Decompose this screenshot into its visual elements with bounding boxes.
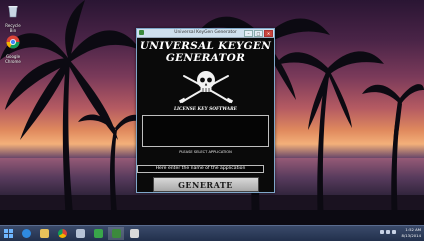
heading-line-1: UNIVERSAL KEYGEN: [139, 40, 272, 52]
start-button[interactable]: [0, 227, 16, 240]
windows-logo-icon: [3, 229, 13, 238]
select-application-label: PLEASE SELECT APPLICATION: [179, 150, 232, 154]
keygen-heading: UNIVERSAL KEYGEN GENERATOR: [137, 40, 274, 64]
recycle-bin-icon: [8, 6, 18, 18]
application-icon: [129, 229, 139, 238]
taskbar-misc-app[interactable]: [126, 227, 142, 240]
taskbar-store[interactable]: [90, 227, 106, 240]
desktop-icon-label: Google Chrome: [5, 54, 21, 64]
taskbar-chrome[interactable]: [54, 227, 70, 240]
taskbar-internet-explorer[interactable]: [18, 227, 34, 240]
close-button[interactable]: ✕: [264, 30, 273, 37]
chrome-icon: [57, 229, 67, 238]
tagline: LICENSE KEY SOFTWARE: [174, 107, 237, 112]
network-icon[interactable]: [380, 230, 384, 234]
volume-icon[interactable]: [386, 230, 390, 234]
taskbar-keygen-app[interactable]: [108, 227, 124, 240]
desktop-icon-recycle-bin[interactable]: Recycle Bin: [2, 3, 24, 33]
clock-date: 8/13/2014: [401, 233, 421, 238]
media-player-icon: [75, 229, 85, 238]
heading-line-2: GENERATOR: [165, 52, 246, 64]
generate-button[interactable]: GENERATE: [152, 177, 259, 192]
store-icon: [93, 229, 103, 238]
taskbar-file-explorer[interactable]: [36, 227, 52, 240]
folder-icon: [39, 229, 49, 238]
desktop-icon-chrome[interactable]: Google Chrome: [2, 34, 24, 64]
system-tray: [380, 230, 396, 234]
chrome-icon: [6, 35, 20, 49]
flag-icon[interactable]: [392, 230, 396, 234]
clock[interactable]: 1:52 AM 8/13/2014: [402, 227, 421, 239]
generated-key-output[interactable]: [142, 115, 269, 147]
taskbar-media-player[interactable]: [72, 227, 88, 240]
minimize-button[interactable]: –: [244, 30, 253, 37]
maximize-button[interactable]: □: [254, 30, 263, 37]
keygen-window: Universal KeyGen Generator – □ ✕ UNIVERS…: [136, 28, 275, 193]
skull-crossed-swords-icon: [178, 71, 233, 104]
keygen-app-icon: [111, 229, 121, 238]
application-name-input[interactable]: [137, 164, 264, 173]
taskbar: 1:52 AM 8/13/2014: [0, 225, 424, 241]
window-titlebar[interactable]: Universal KeyGen Generator – □ ✕: [137, 29, 274, 38]
internet-explorer-icon: [21, 229, 31, 238]
desktop-icon-label: Recycle Bin: [5, 23, 21, 33]
